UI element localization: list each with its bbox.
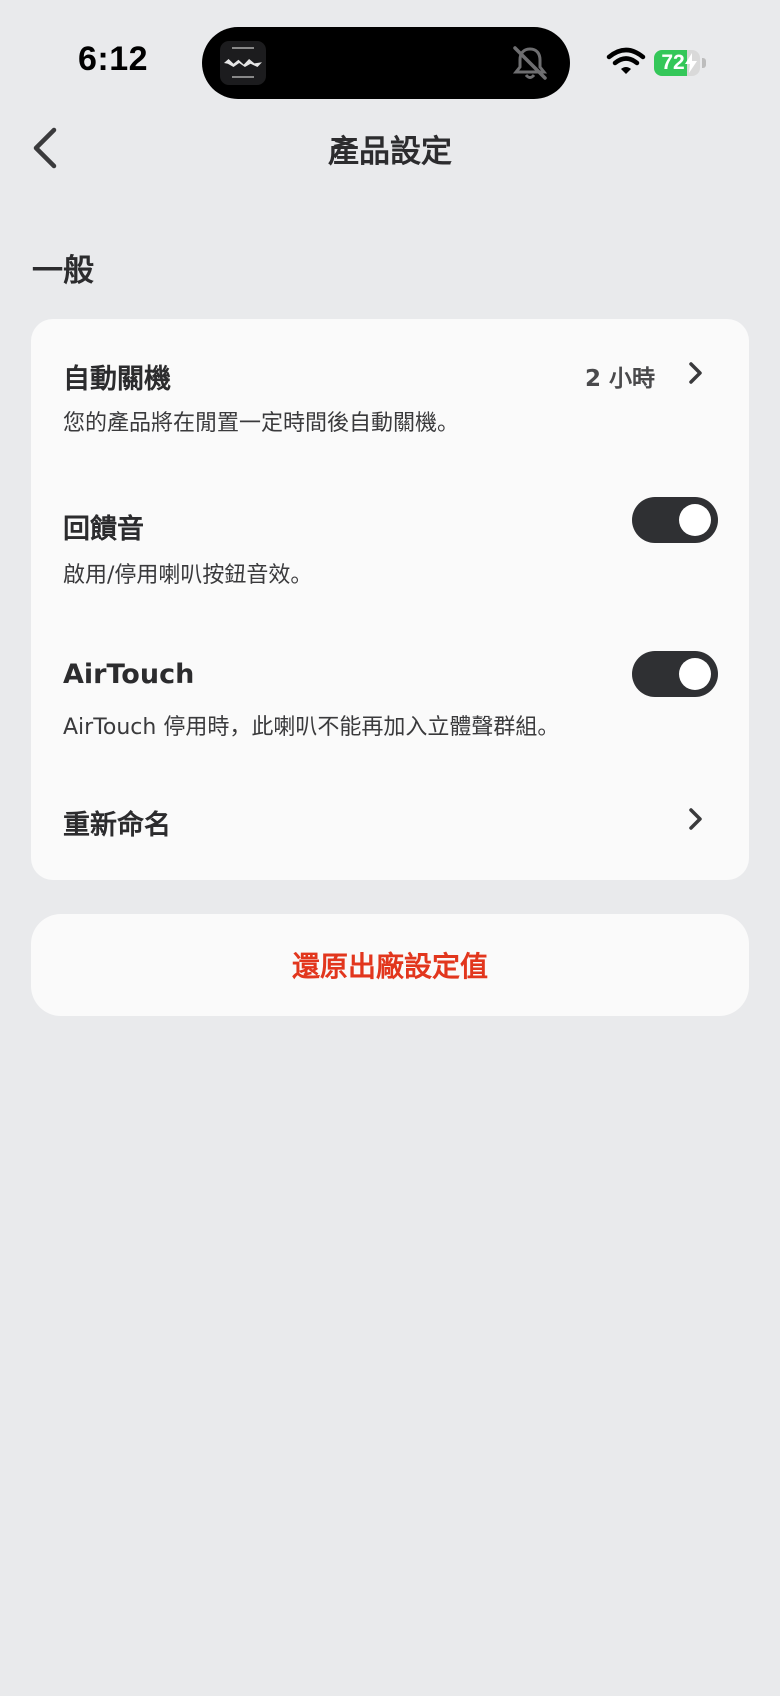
- auto-off-value: 2 小時: [584, 366, 655, 392]
- auto-off-title: 自動關機: [63, 364, 171, 395]
- setting-row-rename[interactable]: 重新命名: [31, 763, 749, 880]
- status-time: 6:12: [78, 40, 149, 78]
- dynamic-island[interactable]: [202, 27, 570, 99]
- airtouch-toggle[interactable]: [632, 651, 718, 697]
- section-title-general: 一般: [32, 253, 94, 289]
- toggle-knob: [679, 504, 711, 536]
- factory-reset-label: 還原出廠設定值: [291, 950, 488, 983]
- setting-row-feedback-tone: 回饋音 啟用/停用喇叭按鈕音效。: [31, 459, 749, 613]
- battery-indicator: 72: [654, 50, 700, 76]
- airtouch-description: AirTouch 停用時，此喇叭不能再加入立體聲群組。: [63, 715, 560, 740]
- product-settings-screen: 6:12 72 產品設定 一般 自動關機 2 小時 您的產品將在閒置一定時間後自…: [0, 0, 780, 1696]
- wifi-icon: [606, 47, 646, 74]
- feedback-tone-toggle[interactable]: [632, 497, 718, 543]
- bell-slash-icon: [512, 46, 548, 80]
- page-title: 產品設定: [328, 134, 452, 170]
- now-playing-artwork: [220, 41, 266, 85]
- toggle-knob: [679, 658, 711, 690]
- auto-off-description: 您的產品將在閒置一定時間後自動關機。: [63, 411, 460, 436]
- charging-bolt-icon: [685, 53, 697, 73]
- feedback-tone-description: 啟用/停用喇叭按鈕音效。: [63, 563, 313, 588]
- feedback-tone-title: 回饋音: [63, 514, 144, 545]
- setting-row-auto-off[interactable]: 自動關機 2 小時 您的產品將在閒置一定時間後自動關機。: [31, 319, 749, 459]
- settings-card: 自動關機 2 小時 您的產品將在閒置一定時間後自動關機。 回饋音 啟用/停用喇叭…: [31, 319, 749, 880]
- setting-row-airtouch: AirTouch AirTouch 停用時，此喇叭不能再加入立體聲群組。: [31, 613, 749, 763]
- factory-reset-button[interactable]: 還原出廠設定值: [31, 914, 749, 1016]
- chevron-right-icon: [689, 808, 702, 830]
- chevron-right-icon: [689, 362, 702, 384]
- rename-title: 重新命名: [63, 810, 171, 841]
- airtouch-title: AirTouch: [63, 659, 195, 690]
- battery-cap: [702, 58, 706, 68]
- status-bar: 6:12 72: [0, 0, 780, 110]
